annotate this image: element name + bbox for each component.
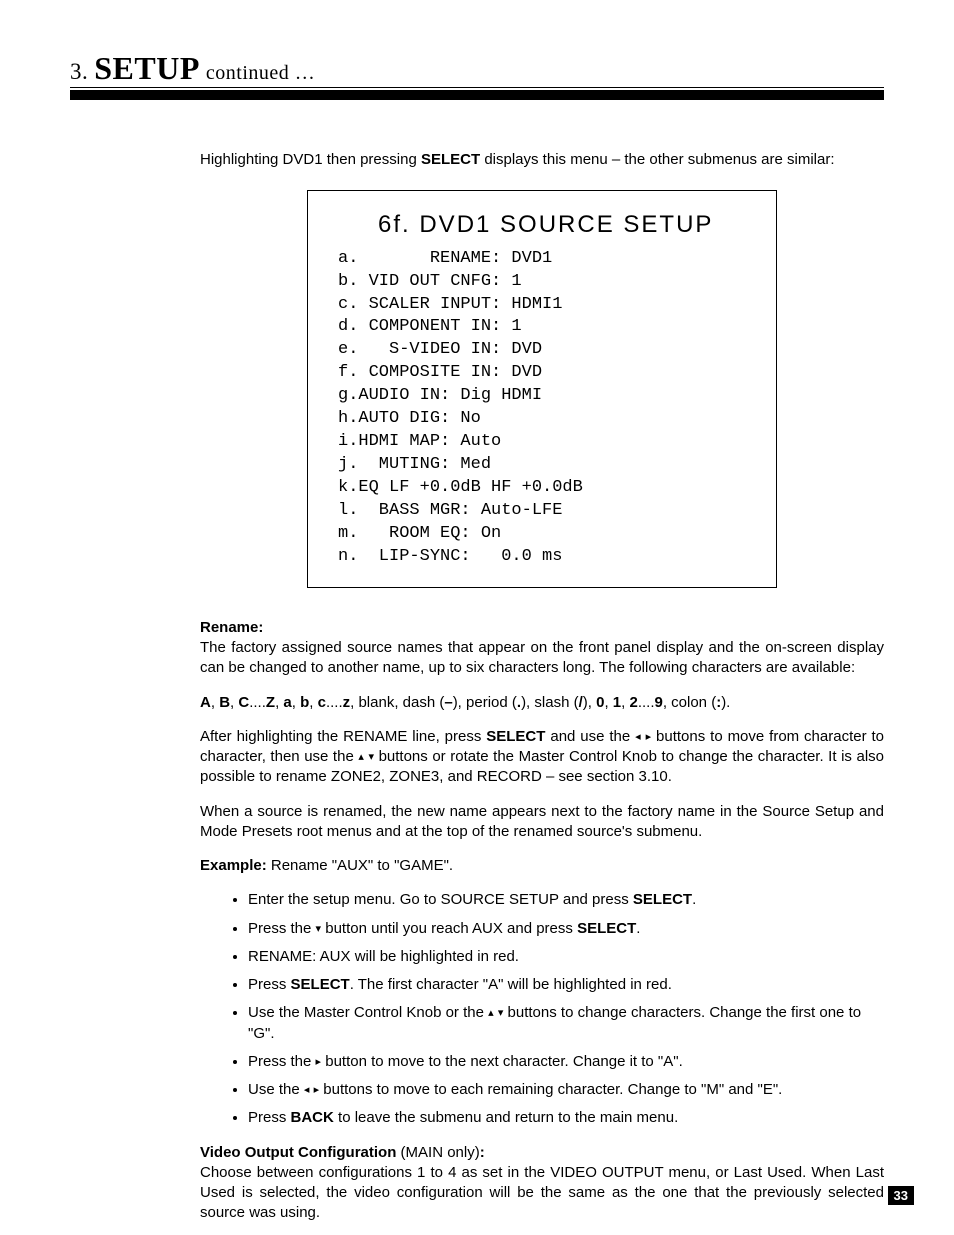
list-item: Enter the setup menu. Go to SOURCE SETUP… xyxy=(248,890,884,910)
left-arrow-icon: ◂ xyxy=(635,730,641,745)
menu-title: 6f. DVD1 SOURCE SETUP xyxy=(378,209,758,241)
menu-row: e. S-VIDEO IN: DVD xyxy=(338,339,758,362)
list-item: Press BACK to leave the submenu and retu… xyxy=(248,1108,884,1128)
list-item: RENAME: AUX will be highlighted in red. xyxy=(248,947,884,967)
menu-row: j. MUTING: Med xyxy=(338,454,758,477)
intro-paragraph: Highlighting DVD1 then pressing SELECT d… xyxy=(200,150,884,170)
up-arrow-icon: ▴ xyxy=(358,750,364,765)
menu-row: m. ROOM EQ: On xyxy=(338,523,758,546)
menu-row: f. COMPOSITE IN: DVD xyxy=(338,362,758,385)
left-arrow-icon: ◂ xyxy=(304,1083,310,1098)
voc-paragraph: Video Output Configuration (MAIN only): … xyxy=(200,1143,884,1224)
page-number: 33 xyxy=(888,1186,914,1205)
up-arrow-icon: ▴ xyxy=(488,1006,494,1021)
renamed-note-paragraph: When a source is renamed, the new name a… xyxy=(200,802,884,843)
character-list: A, B, C....Z, a, b, c....z, blank, dash … xyxy=(200,693,884,713)
example-line: Example: Rename "AUX" to "GAME". xyxy=(200,856,884,876)
menu-row: d. COMPONENT IN: 1 xyxy=(338,316,758,339)
menu-row: l. BASS MGR: Auto-LFE xyxy=(338,500,758,523)
page: 3. SETUP continued … Highlighting DVD1 t… xyxy=(0,0,954,1235)
section-header: 3. SETUP continued … xyxy=(70,50,884,100)
menu-row: i.HDMI MAP: Auto xyxy=(338,431,758,454)
example-steps: Enter the setup menu. Go to SOURCE SETUP… xyxy=(200,890,884,1128)
menu-row: k.EQ LF +0.0dB HF +0.0dB xyxy=(338,477,758,500)
section-number: 3. xyxy=(70,59,88,84)
list-item: Press SELECT. The first character "A" wi… xyxy=(248,975,884,995)
after-highlight-paragraph: After highlighting the RENAME line, pres… xyxy=(200,727,884,788)
list-item: Use the Master Control Knob or the ▴ ▾ b… xyxy=(248,1003,884,1044)
list-item: Use the ◂ ▸ buttons to move to each rema… xyxy=(248,1080,884,1100)
menu-row: h.AUTO DIG: No xyxy=(338,408,758,431)
list-item: Press the ▸ button to move to the next c… xyxy=(248,1052,884,1072)
list-item: Press the ▾ button until you reach AUX a… xyxy=(248,919,884,939)
rename-paragraph: Rename: The factory assigned source name… xyxy=(200,618,884,679)
section-title: SETUP xyxy=(94,50,200,86)
menu-row: b. VID OUT CNFG: 1 xyxy=(338,271,758,294)
menu-row: n. LIP-SYNC: 0.0 ms xyxy=(338,546,758,569)
menu-row: a. RENAME: DVD1 xyxy=(338,248,758,271)
menu-row: c. SCALER INPUT: HDMI1 xyxy=(338,294,758,317)
menu-row: g.AUDIO IN: Dig HDMI xyxy=(338,385,758,408)
section-continued: continued … xyxy=(206,62,315,84)
body-content: Highlighting DVD1 then pressing SELECT d… xyxy=(200,150,884,1224)
select-label: SELECT xyxy=(421,151,480,168)
voc-label: Video Output Configuration xyxy=(200,1144,396,1161)
menu-box: 6f. DVD1 SOURCE SETUP a. RENAME: DVD1 b.… xyxy=(307,190,777,588)
rename-label: Rename: xyxy=(200,619,263,636)
